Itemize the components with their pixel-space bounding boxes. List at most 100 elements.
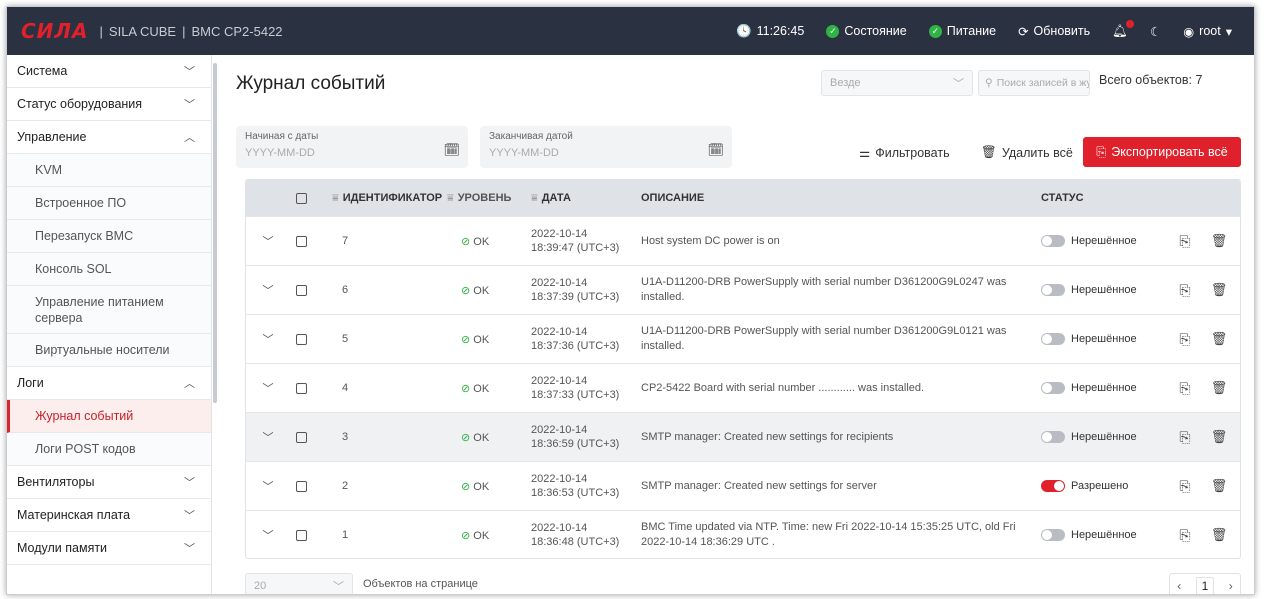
cell-id: 2: [342, 480, 349, 492]
power-indicator[interactable]: ✓ Питание: [928, 24, 996, 38]
expand-row-icon[interactable]: ﹀: [246, 233, 290, 249]
table-row[interactable]: ﹀ 4 ⊘ OK 2022-10-14 18:37:33 (UTC+3) CP2-5422…: [246, 363, 1240, 412]
prev-page-button[interactable]: ‹: [1177, 579, 1181, 593]
row-checkbox[interactable]: [295, 431, 307, 443]
row-checkbox[interactable]: [295, 480, 307, 492]
status-toggle[interactable]: [1041, 431, 1065, 443]
from-date-field[interactable]: Начиная с даты YYYY-MM-DD 🗓︎: [236, 126, 468, 168]
table-body: ﹀ 7 ⊘ OK 2022-10-14 18:39:47 (UTC+3) Host sys…: [246, 216, 1240, 558]
sidebar-item-logs[interactable]: Логи ︿: [7, 367, 211, 400]
clock-time: 11:26:45: [756, 24, 805, 38]
row-checkbox[interactable]: [295, 235, 307, 247]
sidebar-item-fans[interactable]: Вентиляторы ﹀: [7, 466, 211, 499]
table-row[interactable]: ﹀ 3 ⊘ OK 2022-10-14 18:36:59 (UTC+3) SMTP man…: [246, 412, 1240, 461]
brand-logo[interactable]: СИЛА: [21, 19, 89, 43]
sidebar-item-virtual-media[interactable]: Виртуальные носители: [7, 334, 211, 367]
trash-icon[interactable]: 🗑︎: [1204, 282, 1234, 298]
sidebar-item-memory[interactable]: Модули памяти ﹀: [7, 532, 211, 565]
sidebar-item-hardware-status[interactable]: Статус оборудования ﹀: [7, 88, 211, 121]
table-row[interactable]: ﹀ 1 ⊘ OK 2022-10-14 18:36:48 (UTC+3) BMC Time…: [246, 510, 1240, 558]
export-row-icon[interactable]: ⎘: [1166, 331, 1204, 348]
sidebar-item-sol-console[interactable]: Консоль SOL: [7, 253, 211, 286]
sidebar-item-bmc-reboot[interactable]: Перезапуск BMC: [7, 220, 211, 253]
trash-icon[interactable]: 🗑︎: [1204, 527, 1234, 543]
expand-row-icon[interactable]: ﹀: [246, 429, 290, 445]
expand-row-icon[interactable]: ﹀: [246, 380, 290, 396]
trash-icon[interactable]: 🗑︎: [1204, 380, 1234, 396]
event-log-table: ⩸ ИДЕНТИФИКАТОР ⩸ УРОВЕНЬ ⩸ ДАТА ОПИСАНИЕ С…: [245, 179, 1241, 559]
per-page-select[interactable]: 20 ﹀: [245, 573, 353, 594]
chevron-down-icon: ﹀: [184, 66, 195, 78]
trash-icon[interactable]: 🗑︎: [1204, 331, 1234, 347]
calendar-icon[interactable]: 🗓︎: [707, 142, 724, 158]
notifications-button[interactable]: 🔔︎: [1112, 19, 1135, 39]
status-toggle[interactable]: [1041, 382, 1065, 394]
export-all-button[interactable]: ⎘ Экспортировать всё: [1083, 137, 1241, 167]
chevron-down-icon: ﹀: [184, 99, 195, 111]
status-toggle[interactable]: [1041, 235, 1065, 247]
refresh-button[interactable]: ⟳ Обновить: [1018, 24, 1090, 39]
expand-row-icon[interactable]: ﹀: [246, 478, 290, 494]
table-row[interactable]: ﹀ 2 ⊘ OK 2022-10-14 18:36:53 (UTC+3) SMTP man…: [246, 461, 1240, 510]
cell-level: ⊘ OK: [461, 480, 490, 493]
scope-select[interactable]: Везде ﹀: [821, 70, 973, 96]
notification-badge: [1126, 19, 1135, 28]
sidebar-item-firmware[interactable]: Встроенное ПО: [7, 187, 211, 220]
status-toggle[interactable]: [1041, 333, 1065, 345]
export-row-icon[interactable]: ⎘: [1166, 233, 1204, 250]
expand-row-icon[interactable]: ﹀: [246, 331, 290, 347]
sidebar-item-system[interactable]: Система ﹀: [7, 55, 211, 88]
next-page-button[interactable]: ›: [1229, 579, 1233, 593]
expand-row-icon[interactable]: ﹀: [246, 282, 290, 298]
expand-row-icon[interactable]: ﹀: [246, 527, 290, 543]
filter-button[interactable]: ⚌ Фильтровать: [859, 145, 950, 161]
export-row-icon[interactable]: ⎘: [1166, 380, 1204, 397]
select-all-checkbox[interactable]: [295, 192, 307, 204]
delete-all-button[interactable]: 🗑︎ Удалить всё: [981, 145, 1073, 160]
status-toggle[interactable]: [1041, 480, 1065, 492]
refresh-icon: ⟳: [1018, 24, 1029, 39]
trash-icon[interactable]: 🗑︎: [1204, 478, 1234, 494]
trash-icon[interactable]: 🗑︎: [1204, 233, 1234, 249]
cell-description: CP2-5422 Board with serial number ......…: [641, 381, 925, 394]
column-level[interactable]: ⩸ УРОВЕНЬ: [447, 192, 531, 205]
table-row[interactable]: ﹀ 7 ⊘ OK 2022-10-14 18:39:47 (UTC+3) Host sys…: [246, 216, 1240, 265]
sidebar-scrollbar[interactable]: [213, 63, 217, 403]
export-row-icon[interactable]: ⎘: [1166, 527, 1204, 544]
row-checkbox[interactable]: [295, 284, 307, 296]
clock-icon: 🕓: [736, 23, 752, 38]
sidebar-item-kvm[interactable]: KVM: [7, 154, 211, 187]
chevron-up-icon: ︿: [184, 378, 195, 390]
sidebar-item-management[interactable]: Управление ︿: [7, 121, 211, 154]
user-menu[interactable]: ◉ root ▾: [1183, 24, 1232, 39]
sidebar-item-server-power[interactable]: Управление питанием сервера: [7, 286, 211, 334]
export-row-icon[interactable]: ⎘: [1166, 478, 1204, 495]
cell-status: Нерешённое: [1041, 235, 1166, 247]
status-toggle[interactable]: [1041, 284, 1065, 296]
table-row[interactable]: ﹀ 6 ⊘ OK 2022-10-14 18:37:39 (UTC+3) U1A-D112…: [246, 265, 1240, 314]
sidebar-item-event-log[interactable]: Журнал событий: [7, 400, 211, 433]
sidebar-item-post-codes[interactable]: Логи POST кодов: [7, 433, 211, 466]
trash-icon[interactable]: 🗑︎: [1204, 429, 1234, 445]
row-checkbox[interactable]: [295, 333, 307, 345]
column-id[interactable]: ⩸ ИДЕНТИФИКАТОР: [312, 192, 447, 205]
column-date[interactable]: ⩸ ДАТА: [531, 191, 641, 205]
sidebar-item-motherboard[interactable]: Материнская плата ﹀: [7, 499, 211, 532]
table-row[interactable]: ﹀ 5 ⊘ OK 2022-10-14 18:37:36 (UTC+3) U1A-D112…: [246, 314, 1240, 363]
check-circle-icon: ⊘: [461, 480, 471, 493]
export-row-icon[interactable]: ⎘: [1166, 429, 1204, 446]
search-input[interactable]: ⚲ Поиск записей в жур: [978, 70, 1090, 96]
row-checkbox[interactable]: [295, 382, 307, 394]
sort-icon: ⩸: [447, 191, 454, 204]
cell-description: SMTP manager: Created new settings for s…: [641, 479, 877, 492]
theme-toggle-button[interactable]: ☾: [1150, 24, 1161, 39]
top-bar: СИЛА | SILA CUBE | BMC CP2-5422 🕓 11:26:45 …: [7, 7, 1254, 55]
calendar-icon[interactable]: 🗓︎: [443, 142, 460, 158]
page-number-button[interactable]: 1: [1195, 577, 1215, 594]
status-toggle[interactable]: [1041, 529, 1065, 541]
check-circle-icon: ✓: [928, 24, 942, 38]
to-date-field[interactable]: Заканчивая датой YYYY-MM-DD 🗓︎: [480, 126, 732, 168]
row-checkbox[interactable]: [295, 529, 307, 541]
status-indicator[interactable]: ✓ Состояние: [826, 24, 907, 38]
export-row-icon[interactable]: ⎘: [1166, 282, 1204, 299]
